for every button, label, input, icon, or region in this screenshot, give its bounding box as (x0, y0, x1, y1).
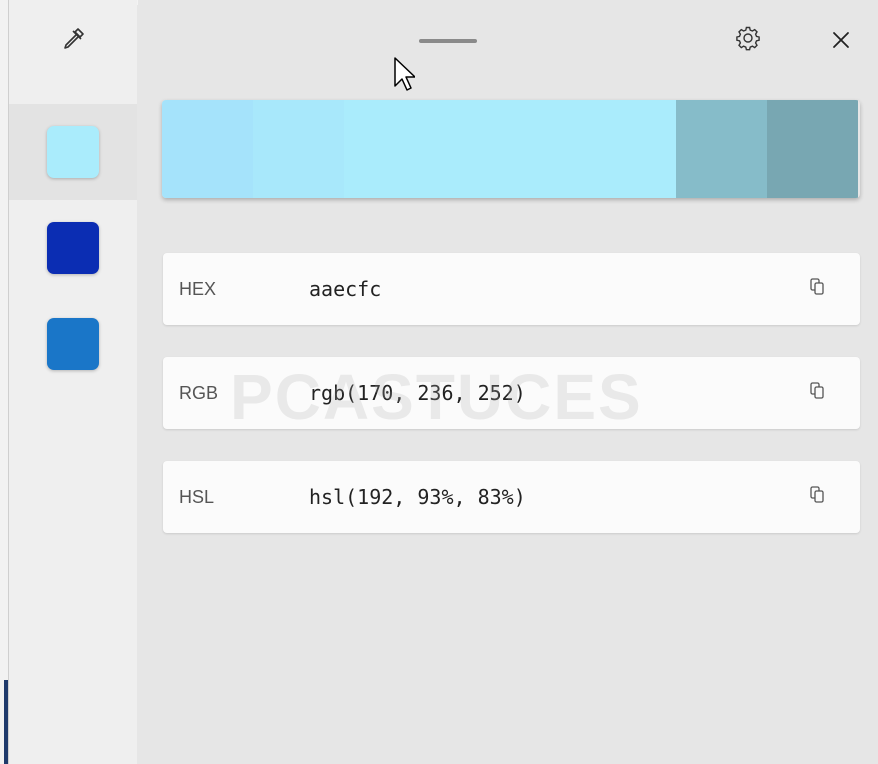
color-detail-panel: HEX aaecfc RGB rgb(170, 236, 252) HSL hs… (138, 0, 878, 764)
drag-handle[interactable] (419, 39, 477, 43)
shade-darker-2[interactable] (767, 100, 858, 198)
close-icon (830, 29, 852, 56)
shade-lighter-2[interactable] (162, 100, 253, 198)
format-label: HEX (179, 279, 217, 299)
shade-current[interactable] (344, 100, 676, 198)
history-swatch (47, 222, 99, 274)
eyedropper-icon (60, 26, 86, 57)
copy-icon (809, 381, 825, 405)
settings-button[interactable] (728, 20, 768, 60)
history-swatch (47, 318, 99, 370)
shade-lighter-1[interactable] (253, 100, 344, 198)
history-item-3[interactable] (9, 296, 137, 392)
color-history-sidebar (9, 0, 137, 764)
close-button[interactable] (821, 22, 861, 62)
color-shades-bar (162, 100, 860, 198)
taskbar-accent (4, 680, 8, 764)
history-item-2[interactable] (9, 200, 137, 296)
format-value[interactable]: hsl(192, 93%, 83%) (309, 461, 526, 533)
format-label: HSL (179, 487, 215, 507)
history-swatch (47, 126, 99, 178)
copy-button[interactable] (803, 275, 831, 303)
copy-button[interactable] (803, 483, 831, 511)
copy-icon (809, 277, 825, 301)
format-label: RGB (179, 383, 219, 403)
hsl-value-card: HSL hsl(192, 93%, 83%) (163, 461, 860, 533)
rgb-value-card: RGB rgb(170, 236, 252) (163, 357, 860, 429)
copy-icon (809, 485, 825, 509)
color-picker-button[interactable] (9, 0, 137, 104)
mouse-cursor-icon (393, 56, 416, 96)
gear-icon (734, 24, 762, 57)
history-item-1[interactable] (9, 104, 137, 200)
shade-darker-1[interactable] (676, 100, 767, 198)
hex-value-card: HEX aaecfc (163, 253, 860, 325)
format-value[interactable]: aaecfc (309, 253, 381, 325)
format-value[interactable]: rgb(170, 236, 252) (309, 357, 526, 429)
copy-button[interactable] (803, 379, 831, 407)
window-left-edge (0, 0, 9, 764)
